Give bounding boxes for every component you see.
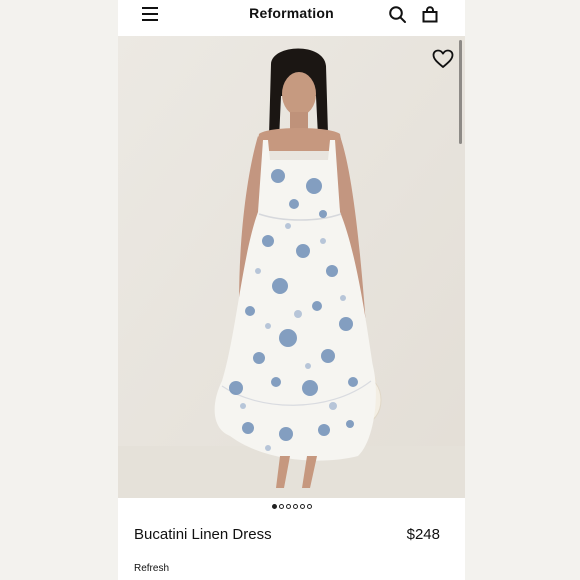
page-scrollbar[interactable] [459,40,462,144]
pagination-dot-2[interactable] [278,504,284,509]
heart-icon[interactable] [432,49,454,69]
background-right [465,0,580,580]
search-icon[interactable] [388,5,408,25]
pagination-dot-4[interactable] [292,504,298,509]
collection-name: Refresh [134,563,170,574]
pagination-dot-1[interactable] [271,504,277,509]
brand-logo[interactable]: Reformation [118,5,465,21]
product-name: Bucatini Linen Dress [134,526,272,543]
pagination-dot-3[interactable] [285,504,291,509]
top-navigation: Reformation [118,0,465,36]
background-left [0,0,118,580]
shopping-bag-icon[interactable] [420,5,440,25]
pagination-dot-5[interactable] [299,504,305,509]
pagination-dot-6[interactable] [306,504,312,509]
product-price: $248 [406,526,440,543]
image-pagination [118,504,465,512]
product-image[interactable] [118,36,465,498]
phone-screen: Reformation Bucatini Linen Dress $248 Re… [118,0,465,580]
product-photo [118,36,465,498]
